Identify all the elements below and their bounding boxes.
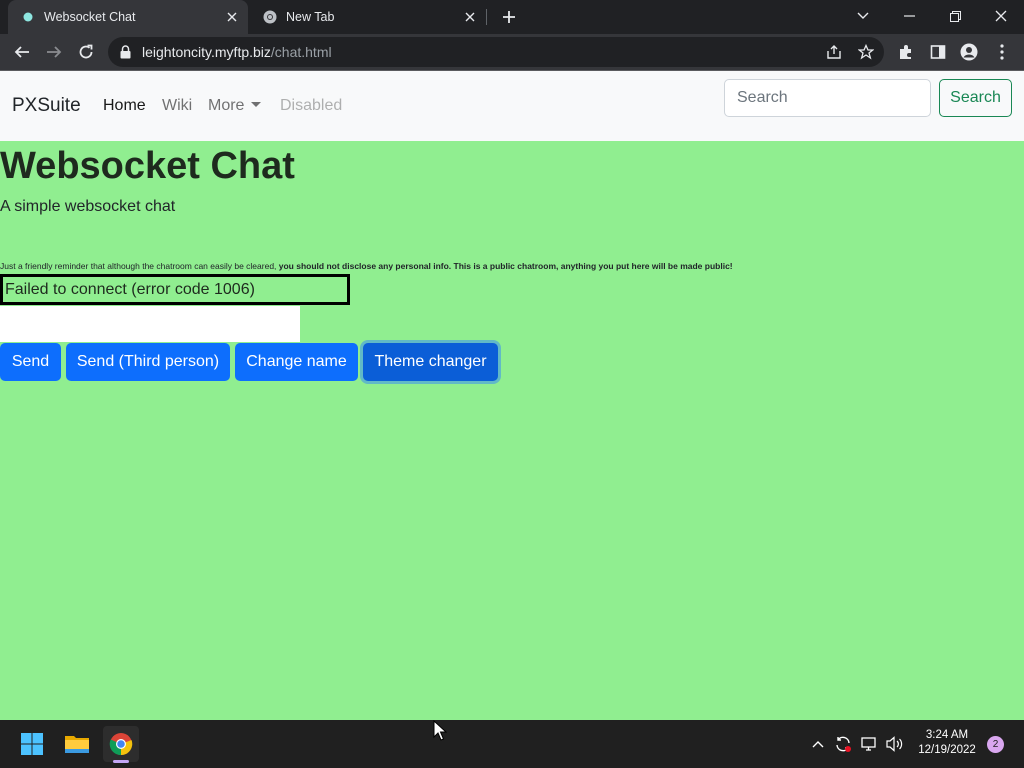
file-explorer-icon[interactable] xyxy=(59,726,95,762)
system-clock[interactable]: 3:24 AM 12/19/2022 xyxy=(914,728,980,758)
caret-down-icon xyxy=(251,102,262,107)
mouse-cursor-icon xyxy=(433,719,448,742)
windows-start-icon[interactable] xyxy=(14,726,50,762)
nav-more-dropdown[interactable]: More xyxy=(208,97,262,115)
chevron-up-icon[interactable] xyxy=(808,734,828,754)
send-button[interactable]: Send xyxy=(0,343,61,381)
profile-icon[interactable] xyxy=(955,38,983,66)
reminder-text: Just a friendly reminder that although t… xyxy=(0,261,279,271)
chat-favicon-icon xyxy=(20,9,36,25)
privacy-reminder: Just a friendly reminder that although t… xyxy=(0,261,733,271)
connection-status: Failed to connect (error code 1006) xyxy=(5,281,255,298)
url-host: leightoncity.myftp.biz xyxy=(142,44,271,60)
extensions-icon[interactable] xyxy=(892,38,920,66)
side-panel-icon[interactable] xyxy=(924,38,952,66)
sync-icon[interactable] xyxy=(833,734,853,754)
tab-separator xyxy=(486,9,487,25)
brand-link[interactable]: PXSuite xyxy=(12,95,81,117)
chrome-taskbar-icon[interactable] xyxy=(103,726,139,762)
page-subtitle: A simple websocket chat xyxy=(0,198,176,215)
chat-log: Failed to connect (error code 1006) xyxy=(0,274,350,305)
send-third-person-button[interactable]: Send (Third person) xyxy=(66,343,230,381)
close-tab-icon[interactable] xyxy=(460,7,480,27)
change-name-button[interactable]: Change name xyxy=(235,343,358,381)
clock-date: 12/19/2022 xyxy=(918,744,976,756)
close-tab-icon[interactable] xyxy=(222,7,242,27)
nav-home-link[interactable]: Home xyxy=(103,97,146,115)
tab-new-tab[interactable]: New Tab xyxy=(250,0,486,34)
active-app-indicator xyxy=(113,760,129,763)
web-page: PXSuite Home Wiki More Disabled Search W… xyxy=(0,71,1024,720)
lock-icon[interactable] xyxy=(118,44,132,60)
tab-websocket-chat[interactable]: Websocket Chat xyxy=(8,0,248,34)
tab-search-chevron-icon[interactable] xyxy=(840,0,886,32)
nav-search-button[interactable]: Search xyxy=(939,79,1012,117)
share-icon[interactable] xyxy=(822,40,846,64)
reload-icon[interactable] xyxy=(72,38,100,66)
restore-icon[interactable] xyxy=(932,0,978,32)
nav-more-label: More xyxy=(208,97,245,114)
nav-wiki-link[interactable]: Wiki xyxy=(162,97,192,115)
close-window-icon[interactable] xyxy=(978,0,1024,32)
reminder-bold-text: you should not disclose any personal inf… xyxy=(278,261,733,271)
volume-icon[interactable] xyxy=(885,734,905,754)
tab-strip: Websocket Chat New Tab xyxy=(0,0,1024,34)
minimize-icon[interactable] xyxy=(886,0,932,32)
theme-changer-button[interactable]: Theme changer xyxy=(363,343,498,381)
page-title: Websocket Chat xyxy=(0,145,295,187)
windows-taskbar: 3:24 AM 12/19/2022 2 xyxy=(0,720,1024,768)
message-input[interactable] xyxy=(0,306,300,342)
bookmark-star-icon[interactable] xyxy=(854,40,878,64)
chrome-favicon-icon xyxy=(262,9,278,25)
nav-disabled-link: Disabled xyxy=(280,97,343,114)
url-path: /chat.html xyxy=(270,44,332,60)
new-tab-icon[interactable] xyxy=(497,5,521,29)
site-navbar: PXSuite Home Wiki More Disabled Search xyxy=(0,71,1024,141)
notification-badge[interactable]: 2 xyxy=(987,736,1004,753)
menu-icon[interactable] xyxy=(988,38,1016,66)
clock-time: 3:24 AM xyxy=(925,729,969,741)
tab-title: Websocket Chat xyxy=(44,10,136,24)
back-icon[interactable] xyxy=(8,38,36,66)
forward-icon[interactable] xyxy=(40,38,68,66)
address-bar[interactable]: leightoncity.myftp.biz/chat.html xyxy=(108,37,884,67)
network-icon[interactable] xyxy=(860,734,880,754)
nav-search-input[interactable] xyxy=(724,79,931,117)
browser-toolbar: leightoncity.myftp.biz/chat.html xyxy=(0,34,1024,70)
url-text: leightoncity.myftp.biz/chat.html xyxy=(142,44,332,60)
tab-title: New Tab xyxy=(286,10,335,24)
